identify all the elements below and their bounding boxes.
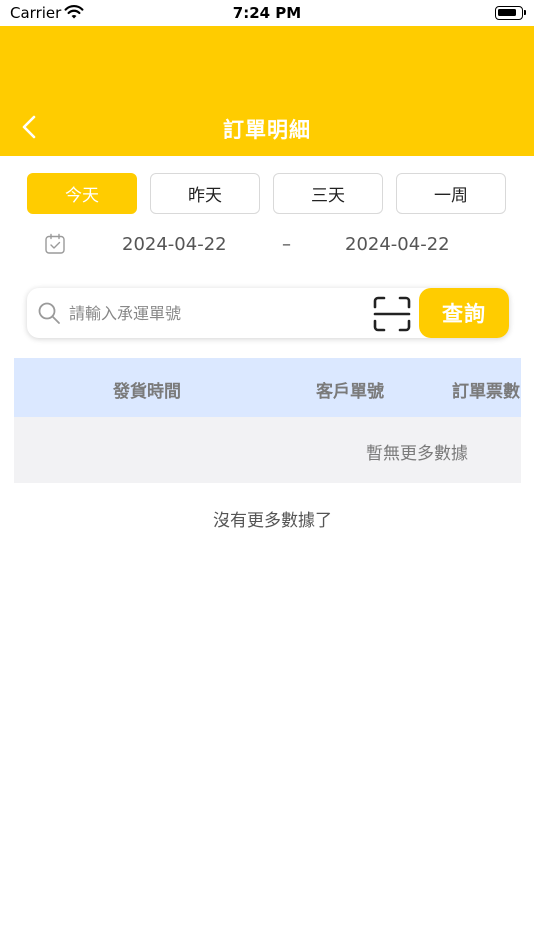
table-header: 發貨時間 客戶單號 訂單票數	[14, 358, 521, 417]
search-bar: 查詢	[27, 288, 509, 338]
orders-table: 發貨時間 客戶單號 訂單票數 暫無更多數據	[14, 358, 521, 483]
column-customer-order-no: 客戶單號	[316, 382, 384, 402]
tab-today[interactable]: 今天	[27, 173, 137, 214]
tab-yesterday[interactable]: 昨天	[150, 173, 260, 214]
column-ship-time: 發貨時間	[113, 382, 181, 402]
navigation-bar: 訂單明細	[0, 26, 534, 156]
start-date[interactable]: 2024-04-22	[122, 234, 227, 255]
search-icon	[37, 301, 61, 329]
search-input[interactable]	[69, 298, 359, 328]
date-range-tabs: 今天 昨天 三天 一周	[27, 173, 506, 214]
date-separator: –	[282, 234, 291, 255]
no-more-data-text: 沒有更多數據了	[213, 511, 332, 531]
table-empty-row: 暫無更多數據	[14, 417, 521, 483]
date-range-picker: 2024-04-22 – 2024-04-22	[0, 228, 534, 262]
battery-icon	[495, 6, 526, 20]
empty-message: 暫無更多數據	[366, 444, 468, 464]
scan-icon[interactable]	[373, 296, 411, 336]
status-time: 7:24 PM	[232, 4, 302, 22]
column-order-ticket-count: 訂單票數	[452, 382, 520, 402]
query-button[interactable]: 查詢	[419, 288, 509, 338]
status-bar: Carrier 7:24 PM	[0, 0, 534, 26]
tab-one-week[interactable]: 一周	[396, 173, 506, 214]
calendar-icon[interactable]	[44, 233, 66, 259]
end-date[interactable]: 2024-04-22	[345, 234, 450, 255]
tab-three-days[interactable]: 三天	[273, 173, 383, 214]
page-title: 訂單明細	[223, 118, 311, 142]
